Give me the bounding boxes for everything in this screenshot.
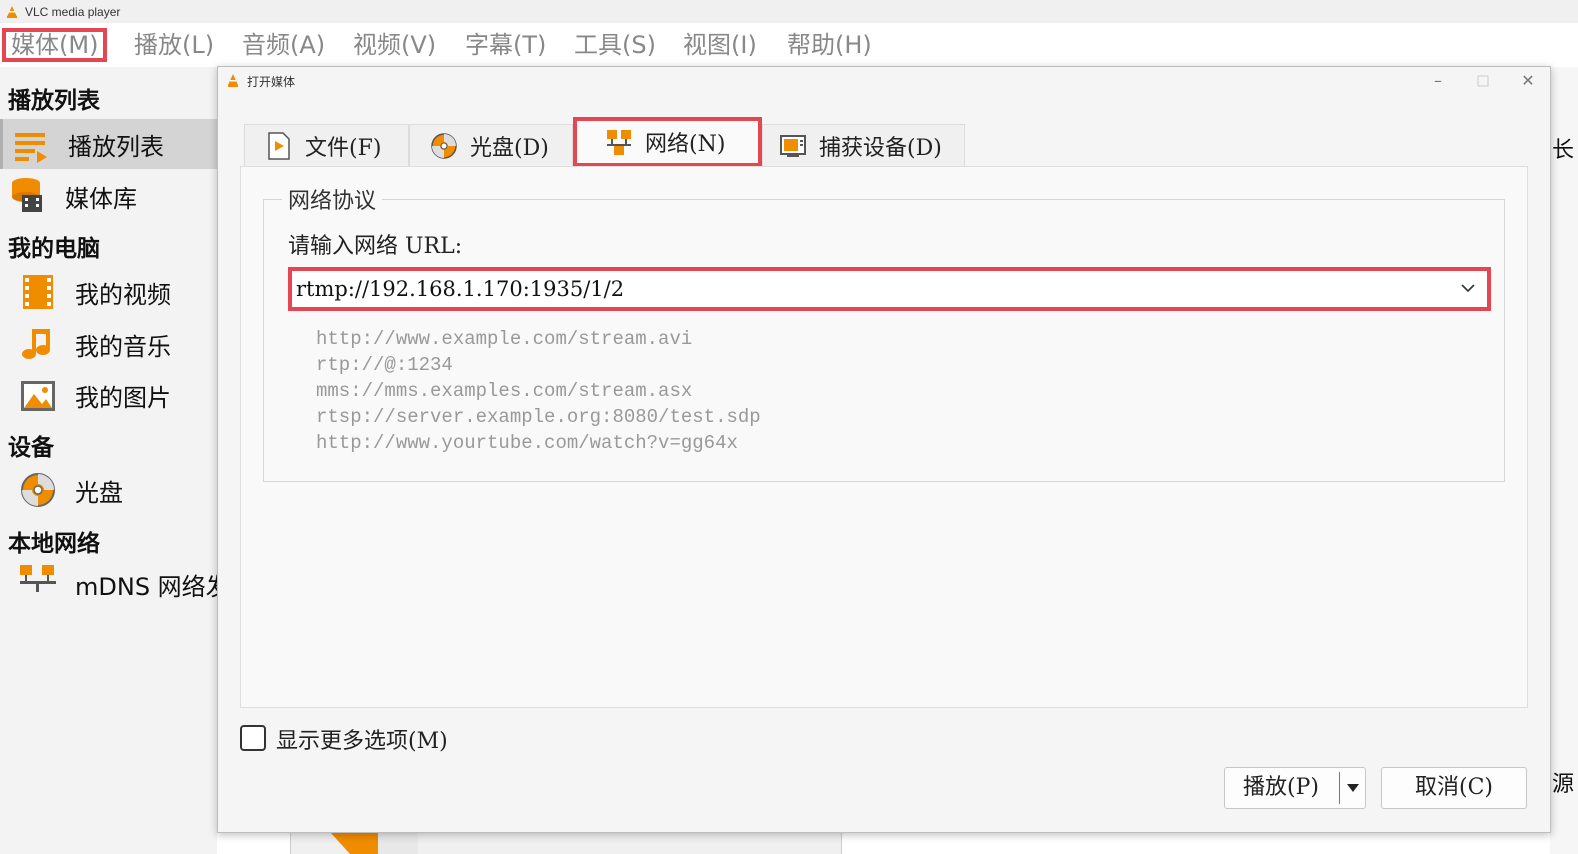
playlist-icon [15,133,47,163]
capture-device-icon [780,134,806,157]
play-split-button[interactable]: 播放(P) [1224,767,1366,809]
sidebar-item-label: 我的图片 [75,383,171,412]
section-devices: 设备 [8,435,54,461]
dropdown-arrow-icon[interactable] [1347,784,1359,792]
sidebar-item-media-library[interactable]: 媒体库 [0,171,217,221]
tab-label: 光盘(D) [470,135,549,161]
menu-view[interactable]: 视图(I) [683,28,757,62]
sidebar-item-mdns[interactable]: mDNS 网络发 [0,559,217,609]
sidebar-item-my-videos[interactable]: 我的视频 [0,267,217,317]
music-note-icon [22,329,50,359]
file-play-icon [268,131,290,160]
url-examples: http://www.example.com/stream.avi rtp://… [316,326,761,456]
main-window-edge [1550,67,1578,854]
dialog-title-bar: 打开媒体 – ✕ [218,67,1550,95]
tab-label: 网络(N) [645,132,726,157]
close-button[interactable]: ✕ [1513,69,1543,93]
chevron-down-icon[interactable] [1461,283,1475,293]
vlc-logo-icon [7,5,17,18]
disc-icon [21,473,55,507]
behind-text-bottom: 源 [1552,772,1575,797]
sidebar-item-my-music[interactable]: 我的音乐 [0,319,217,369]
sidebar: 播放列表 播放列表 媒体库 我的电脑 我的视频 我的音乐 我的图片 设备 光盘 … [0,67,217,854]
split-separator [1339,772,1340,804]
tab-label: 捕获设备(D) [819,135,942,161]
network-icon [20,565,56,592]
sidebar-item-disc[interactable]: 光盘 [0,465,217,515]
example-url: http://www.example.com/stream.avi [316,328,693,350]
tab-network[interactable]: 网络(N) [573,117,762,167]
url-combobox[interactable]: rtmp://192.168.1.170:1935/1/2 [288,267,1491,311]
sidebar-item-label: mDNS 网络发 [75,572,217,601]
section-my-computer: 我的电脑 [8,236,100,262]
example-url: http://www.yourtube.com/watch?v=gg64x [316,432,738,454]
sidebar-item-label: 光盘 [75,478,123,507]
menu-subtitle[interactable]: 字幕(T) [465,28,546,62]
example-url: rtsp://server.example.org:8080/test.sdp [316,406,761,428]
open-media-dialog: 打开媒体 – ✕ 文件(F) 光盘(D) 网络(N) 捕获设备(D) 网络协议 … [217,66,1551,833]
show-more-options-label[interactable]: 显示更多选项(M) [276,723,448,755]
film-icon [23,275,53,309]
sidebar-item-label: 我的音乐 [75,332,171,361]
sidebar-item-label: 媒体库 [65,184,137,213]
sidebar-item-label: 我的视频 [75,280,171,309]
minimize-button[interactable]: – [1423,69,1453,93]
maximize-button[interactable] [1468,69,1498,93]
sidebar-item-playlist[interactable]: 播放列表 [0,119,217,169]
network-icon [607,130,631,155]
maximize-icon [1477,75,1489,87]
cancel-button[interactable]: 取消(C) [1381,767,1527,809]
menu-audio[interactable]: 音频(A) [242,28,325,62]
example-url: mms://mms.examples.com/stream.asx [316,380,693,402]
behind-text-top: 长 [1552,138,1575,163]
show-more-options-checkbox[interactable] [240,725,266,751]
vlc-logo-icon [228,74,238,87]
menu-bar: 媒体(M) 播放(L) 音频(A) 视频(V) 字幕(T) 工具(S) 视图(I… [0,23,1578,67]
vlc-cone-art [330,832,418,854]
menu-tools[interactable]: 工具(S) [574,28,656,62]
dialog-title: 打开媒体 [247,75,296,89]
cancel-button-label: 取消(C) [1415,775,1493,800]
section-local-network: 本地网络 [8,531,100,557]
disc-icon [431,132,457,159]
tab-label: 文件(F) [305,135,382,161]
tab-file[interactable]: 文件(F) [244,124,409,166]
example-url: rtp://@:1234 [316,354,453,376]
group-title: 网络协议 [282,183,383,215]
app-title: VLC media player [25,4,121,19]
tab-capture-device[interactable]: 捕获设备(D) [762,124,965,166]
section-playlist: 播放列表 [8,88,100,114]
app-title-bar: VLC media player [0,0,1578,23]
play-button-label[interactable]: 播放(P) [1243,775,1319,800]
sidebar-item-label: 播放列表 [68,132,164,161]
menu-video[interactable]: 视频(V) [353,28,436,62]
picture-icon [21,381,55,411]
media-library-icon [12,178,42,212]
menu-help[interactable]: 帮助(H) [787,28,872,62]
url-input[interactable]: rtmp://192.168.1.170:1935/1/2 [296,277,624,301]
network-tab-panel: 网络协议 请输入网络 URL: rtmp://192.168.1.170:193… [240,166,1528,708]
menu-media[interactable]: 媒体(M) [2,28,108,62]
url-label: 请输入网络 URL: [288,234,463,259]
sidebar-item-my-pictures[interactable]: 我的图片 [0,370,217,420]
tab-disc[interactable]: 光盘(D) [409,124,573,166]
menu-playback[interactable]: 播放(L) [134,28,214,62]
network-protocol-group: 网络协议 请输入网络 URL: rtmp://192.168.1.170:193… [263,183,1505,482]
